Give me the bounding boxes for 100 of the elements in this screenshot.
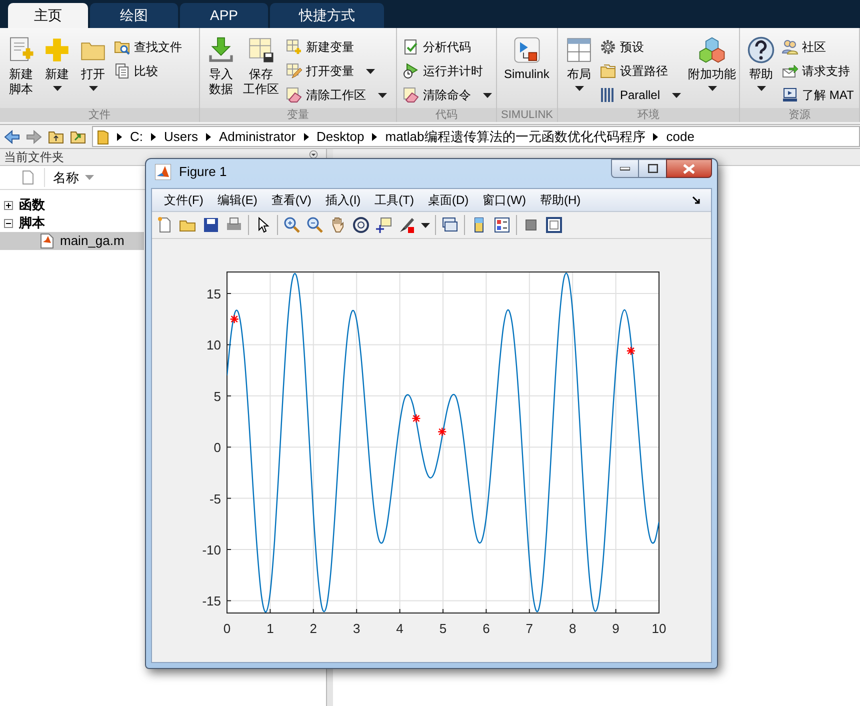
frame-icon[interactable] <box>545 216 563 234</box>
zoom-out-icon[interactable] <box>306 216 324 234</box>
tree-item[interactable]: main_ga.m <box>0 232 144 250</box>
ribbon-small-button[interactable]: 查找文件 <box>112 36 184 58</box>
ribbon-button[interactable]: 保存 工作区 <box>240 32 282 108</box>
x-tick-label: 7 <box>526 621 534 636</box>
path-segment[interactable]: matlab编程遗传算法的一元函数优化代码程序 <box>385 126 646 146</box>
forward-arrow-icon[interactable] <box>26 130 42 144</box>
rotate-icon[interactable] <box>352 216 370 234</box>
ribbon-small-button[interactable]: 请求支持 <box>780 60 856 82</box>
menu-item[interactable]: 文件(F) <box>158 191 210 209</box>
path-segment[interactable]: Administrator <box>218 126 296 146</box>
save-grid-icon <box>247 36 275 64</box>
ribbon-button[interactable]: 附加功能 <box>685 32 740 108</box>
path-segment[interactable]: C: <box>130 126 143 146</box>
ribbon-small-button[interactable]: 打开变量 <box>284 60 389 82</box>
menu-item[interactable]: 窗口(W) <box>476 191 532 209</box>
menu-item[interactable]: 查看(V) <box>265 191 318 209</box>
close-icon <box>683 164 695 174</box>
group-label: 代码 <box>397 108 496 122</box>
x-tick-label: 1 <box>266 621 274 636</box>
ribbon-small-button[interactable]: 设置路径 <box>598 60 684 82</box>
group-label: 文件 <box>0 108 199 122</box>
dock-arrow-icon[interactable] <box>692 196 701 204</box>
ribbon-small-button[interactable]: 清除命令 <box>401 84 494 106</box>
layout-grid-icon <box>565 36 593 64</box>
star-marker <box>230 314 239 324</box>
caret-icon <box>672 92 682 98</box>
ribbon-small-button[interactable]: 了解 MAT <box>780 84 856 106</box>
up-folder-icon[interactable] <box>48 130 64 144</box>
maximize-button[interactable] <box>639 159 666 178</box>
ribbon-tab[interactable]: 绘图 <box>90 3 178 28</box>
ribbon-small-button[interactable]: 预设 <box>598 36 684 58</box>
help-icon <box>747 36 775 64</box>
close-button[interactable] <box>666 159 712 178</box>
ribbon-button[interactable]: 打开 <box>76 32 110 108</box>
caret-icon <box>421 222 430 228</box>
grid-plus-icon <box>286 39 302 55</box>
ribbon-button[interactable]: 新建 <box>40 32 74 108</box>
ribbon-button[interactable]: 导入 数据 <box>204 32 238 108</box>
menu-item[interactable]: 插入(I) <box>319 191 367 209</box>
path-segment[interactable]: code <box>666 126 694 146</box>
m-file-icon <box>40 233 54 249</box>
gear-icon <box>600 39 616 55</box>
collapse-icon[interactable] <box>4 218 13 228</box>
path-segment[interactable]: Desktop <box>316 126 364 146</box>
path-field[interactable]: C: Users Administrator Desktop matlab编程遗传算法的一元函数优化代码程序 code <box>92 126 860 147</box>
caret-icon <box>378 92 387 98</box>
tree-item[interactable]: 脚本 <box>0 214 144 232</box>
ribbon-small-button[interactable]: 分析代码 <box>401 36 494 58</box>
ribbon-tab[interactable]: 快捷方式 <box>270 3 384 28</box>
sort-arrow-icon <box>85 175 94 180</box>
ribbon-small-button[interactable]: 清除工作区 <box>284 84 389 106</box>
ribbon-button[interactable]: 布局 <box>562 32 596 108</box>
menu-item[interactable]: 帮助(H) <box>534 191 587 209</box>
zoom-in-icon[interactable] <box>283 216 301 234</box>
caret-icon <box>88 86 98 91</box>
chevron-icon <box>206 132 211 140</box>
plus-icon <box>43 36 71 64</box>
browse-folder-icon[interactable] <box>70 130 86 144</box>
grid-pencil-icon <box>286 63 302 79</box>
group-label: 资源 <box>740 108 859 122</box>
new-script-icon <box>7 36 35 64</box>
ribbon-button[interactable]: 帮助 <box>744 32 778 108</box>
brush-icon[interactable] <box>398 216 416 234</box>
expand-icon[interactable] <box>4 200 13 210</box>
ribbon-small-button[interactable]: 比较 <box>112 60 184 82</box>
ribbon-small-button[interactable]: 运行并计时 <box>401 60 494 82</box>
ribbon-button[interactable]: 新建 脚本 <box>4 32 38 108</box>
back-arrow-icon[interactable] <box>4 130 20 144</box>
y-tick-label: -15 <box>202 594 221 609</box>
caret-icon <box>756 86 766 91</box>
ribbon-small-button[interactable]: 社区 <box>780 36 856 58</box>
tree-item[interactable]: 函数 <box>0 196 144 214</box>
data-tip-icon[interactable] <box>375 216 393 234</box>
ribbon-button[interactable]: Simulink <box>501 32 552 108</box>
envelope-arrow-icon <box>782 63 798 79</box>
ribbon-tab[interactable]: 主页 <box>8 3 88 28</box>
caret-icon <box>708 86 717 91</box>
ribbon-tab[interactable]: APP <box>180 3 268 28</box>
legend-icon[interactable] <box>493 216 511 234</box>
chevron-icon <box>117 132 122 140</box>
minimize-button[interactable] <box>611 159 639 178</box>
star-marker <box>626 346 636 356</box>
save-icon[interactable] <box>202 216 220 234</box>
menu-item[interactable]: 编辑(E) <box>211 191 264 209</box>
caret-icon <box>366 68 375 74</box>
chevron-icon <box>653 132 658 140</box>
x-tick-label: 10 <box>652 621 666 636</box>
column-header[interactable]: 名称 <box>44 168 94 188</box>
path-segment[interactable]: Users <box>164 126 198 146</box>
eraser-icon <box>286 87 302 103</box>
menu-item[interactable]: 桌面(D) <box>422 191 475 209</box>
panel-title: 当前文件夹 <box>4 149 64 166</box>
menu-item[interactable]: 工具(T) <box>368 191 420 209</box>
ribbon-small-button[interactable]: Parallel <box>598 84 684 106</box>
folder-icon <box>97 128 109 144</box>
group-label: SIMULINK <box>497 108 557 122</box>
linked-windows-icon[interactable] <box>441 216 459 234</box>
ribbon-small-button[interactable]: 新建变量 <box>284 36 389 58</box>
